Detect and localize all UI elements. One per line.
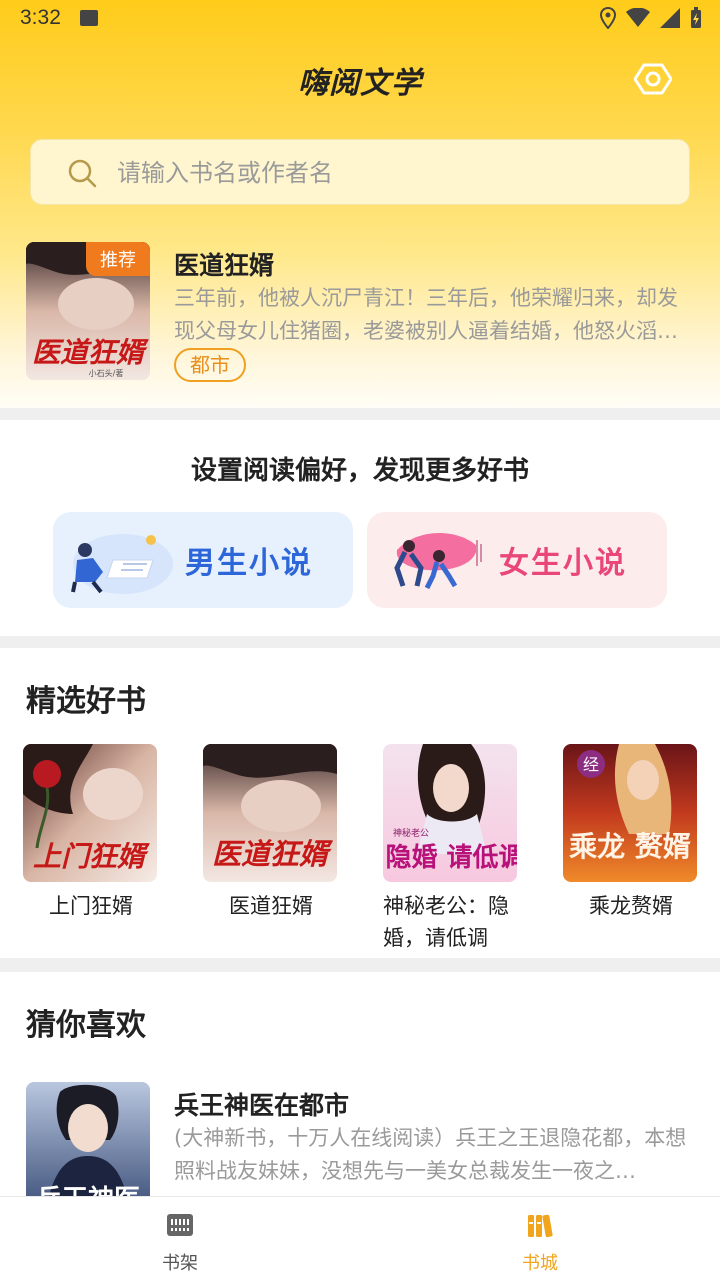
bottom-navigation: 书架 书城 — [0, 1196, 720, 1280]
status-time: 3:32 — [20, 6, 61, 29]
book-title[interactable]: 乘龙赘婿 — [563, 890, 699, 922]
book-cover[interactable]: 医道狂婿 — [203, 744, 337, 882]
featured-books-section: 精选好书 上门狂婿 上门狂婿 医道狂婿 医道狂婿 神秘老公 隐婚 请低调 神秘老… — [0, 648, 720, 958]
book-cover[interactable]: 上门狂婿 — [23, 744, 157, 882]
cover-art: 兵王神医 — [26, 1082, 150, 1212]
cover-title-text: 医道狂婿 — [32, 336, 149, 369]
featured-book-item[interactable]: 医道狂婿 医道狂婿 — [203, 744, 339, 922]
recommended-book-description: 三年前，他被人沉尸青江！三年后，他荣耀归来，却发现父母女儿住猪圈，老婆被别人逼着… — [174, 286, 678, 343]
cover-title-text: 医道狂婿 — [212, 837, 334, 871]
bookstore-icon — [528, 1214, 553, 1238]
settings-hexagon-icon — [633, 63, 673, 95]
status-bar: 3:32 — [0, 0, 720, 36]
nav-bookshelf-label: 书架 — [162, 1253, 198, 1274]
book-cover[interactable]: 神秘老公 隐婚 请低调 — [383, 744, 517, 882]
male-novel-label: 男生小说 — [185, 546, 313, 581]
female-novel-label: 女生小说 — [499, 546, 627, 581]
cover-art: 神秘老公 隐婚 请低调 — [383, 744, 517, 882]
recommended-book-card[interactable]: 医道狂婿 小石头/著 推荐 医道狂婿 三年前，他被人沉尸青江！三年后，他荣耀归来… — [26, 242, 694, 382]
settings-button[interactable] — [633, 60, 673, 98]
app-root: 3:32 嗨阅文学 请输入书名或作者名 医道狂婿 小石头/著 推荐 医道狂婿 三… — [0, 0, 720, 1280]
guess-book-title[interactable]: 兵王神医在都市 — [174, 1086, 349, 1122]
reading-boy-illustration — [71, 534, 173, 594]
cover-art: 经 乘龙 赘婿 — [563, 744, 697, 882]
featured-book-item[interactable]: 经 乘龙 赘婿 乘龙赘婿 — [563, 744, 699, 922]
recommended-book-cover[interactable]: 医道狂婿 小石头/著 推荐 — [26, 242, 150, 380]
reading-preference-panel: 设置阅读偏好，发现更多好书 男生小说 女生小说 — [0, 420, 720, 636]
featured-book-item[interactable]: 神秘老公 隐婚 请低调 神秘老公：隐婚，请低调 — [383, 744, 519, 954]
cover-author-text: 小石头/著 — [89, 368, 124, 378]
nav-bookstore[interactable]: 书城 — [480, 1211, 600, 1275]
battery-icon — [691, 7, 701, 28]
featured-section-title: 精选好书 — [26, 684, 146, 719]
cover-title-text: 乘龙 赘婿 — [569, 830, 691, 863]
guess-section-title: 猜你喜欢 — [26, 1008, 146, 1043]
app-title: 嗨阅文学 — [298, 66, 422, 101]
signal-icon — [660, 8, 680, 28]
wifi-icon — [626, 8, 650, 27]
image-notification-icon — [80, 10, 98, 26]
location-icon — [600, 7, 616, 29]
book-title[interactable]: 神秘老公：隐婚，请低调 — [383, 890, 519, 954]
cover-subtitle-text: 神秘老公 — [393, 827, 429, 839]
cover-badge-text: 经 — [583, 755, 599, 774]
cover-art: 医道狂婿 — [203, 744, 337, 882]
bookshelf-icon — [167, 1214, 193, 1236]
recommended-book-title[interactable]: 医道狂婿 — [174, 246, 274, 282]
book-title[interactable]: 医道狂婿 — [203, 890, 339, 922]
cover-title-text: 上门狂婿 — [33, 840, 150, 873]
search-input[interactable] — [117, 150, 657, 196]
featured-book-item[interactable]: 上门狂婿 上门狂婿 — [23, 744, 159, 922]
cover-art: 上门狂婿 — [23, 744, 157, 882]
recommend-tag: 推荐 — [86, 242, 150, 276]
cover-title-text: 隐婚 请低调 — [385, 843, 517, 873]
guess-book-card[interactable]: 兵王神医 兵王神医在都市 (大神新书，十万人在线阅读）兵王之王退隐花都，本想照料… — [26, 1082, 694, 1212]
preference-title: 设置阅读偏好，发现更多好书 — [190, 456, 529, 486]
book-cover[interactable]: 经 乘龙 赘婿 — [563, 744, 697, 882]
status-icons — [600, 7, 702, 29]
book-title[interactable]: 上门狂婿 — [23, 890, 159, 922]
recommended-book-category[interactable]: 都市 — [174, 348, 246, 382]
guess-book-cover[interactable]: 兵王神医 — [26, 1082, 150, 1212]
search-bar[interactable] — [30, 139, 690, 205]
male-novel-button[interactable]: 男生小说 — [53, 512, 353, 608]
nav-bookstore-label: 书城 — [522, 1253, 558, 1274]
female-novel-button[interactable]: 女生小说 — [367, 512, 667, 608]
dancing-girls-illustration — [394, 532, 482, 590]
search-icon — [68, 159, 97, 188]
nav-bookshelf[interactable]: 书架 — [120, 1211, 240, 1275]
